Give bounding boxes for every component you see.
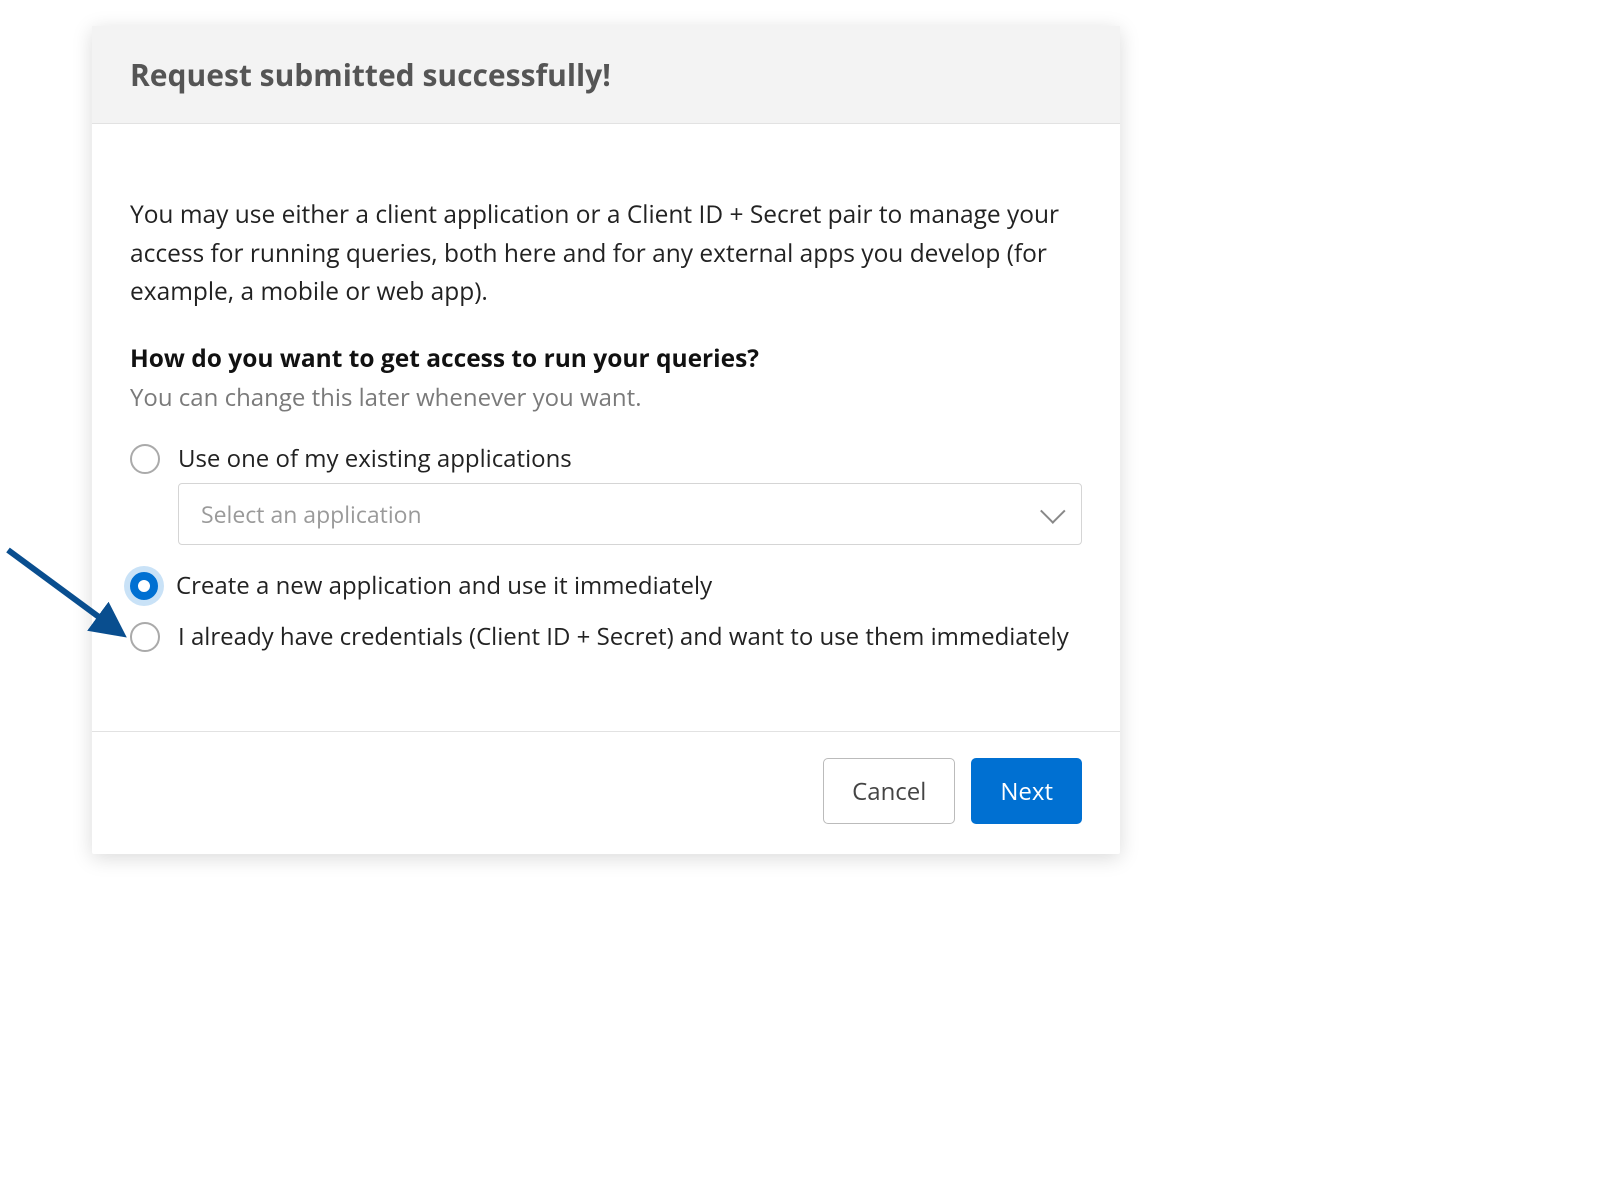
radio-existing-label[interactable]: Use one of my existing applications [178,442,572,475]
next-button[interactable]: Next [971,758,1082,824]
option-have-credentials-row: I already have credentials (Client ID + … [130,620,1082,653]
application-select-placeholder: Select an application [201,498,422,530]
radio-have-credentials[interactable] [130,622,160,652]
application-select[interactable]: Select an application [178,483,1082,545]
cancel-button[interactable]: Cancel [823,758,955,824]
option-create-new-row: Create a new application and use it imme… [130,569,1082,602]
modal-header: Request submitted successfully! [92,26,1120,124]
radio-have-credentials-label[interactable]: I already have credentials (Client ID + … [178,620,1069,653]
modal-body: You may use either a client application … [92,124,1120,731]
modal-title: Request submitted successfully! [130,54,1082,95]
radio-existing[interactable] [130,444,160,474]
success-modal: Request submitted successfully! You may … [92,26,1120,854]
chevron-down-icon [1040,499,1065,524]
intro-text: You may use either a client application … [130,196,1082,312]
radio-create-new[interactable] [130,572,158,600]
application-select-wrapper: Select an application [178,483,1082,545]
question-label: How do you want to get access to run you… [130,342,1082,375]
modal-footer: Cancel Next [92,731,1120,854]
option-existing-row: Use one of my existing applications [130,442,1082,475]
radio-create-new-label[interactable]: Create a new application and use it imme… [176,569,712,602]
question-sublabel: You can change this later whenever you w… [130,381,1082,414]
